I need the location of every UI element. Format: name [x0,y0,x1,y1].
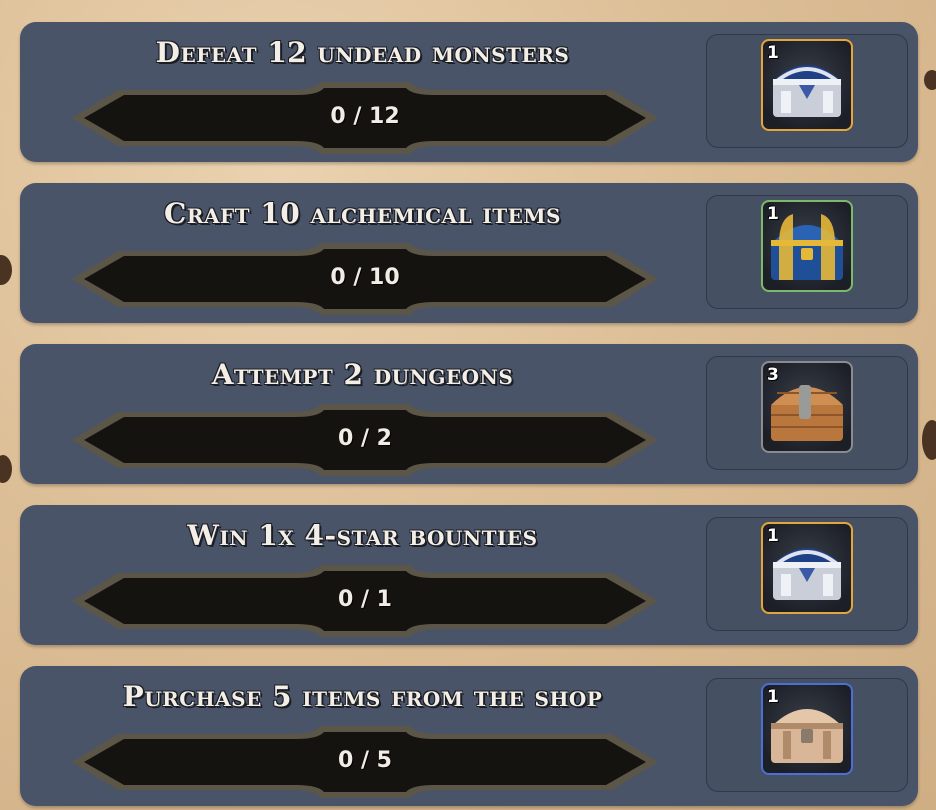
ink-blot [0,255,12,285]
progress-bar: 0 / 5 [70,724,660,800]
progress-text: 0 / 1 [338,587,392,612]
quest-card: Attempt 2 dungeons 0 / 2 3 [20,344,918,484]
quest-title: Defeat 12 undead monsters [155,36,570,69]
reward-quantity: 1 [767,43,779,63]
quest-title: Win 1x 4-star bounties [187,519,538,552]
ink-blot [0,455,12,483]
quest-card: Craft 10 alchemical items 0 / 10 1 [20,183,918,323]
reward-tile[interactable]: 1 [761,683,853,775]
reward-quantity: 3 [767,365,779,385]
progress-text: 0 / 2 [338,426,392,451]
quest-card: Purchase 5 items from the shop 0 / 5 1 [20,666,918,806]
reward-quantity: 1 [767,687,779,707]
progress-bar: 0 / 1 [70,563,660,639]
reward-slot[interactable]: 3 [706,356,908,470]
progress-bar: 0 / 12 [70,80,660,156]
quest-title: Attempt 2 dungeons [211,358,514,391]
quest-card: Win 1x 4-star bounties 0 / 1 1 [20,505,918,645]
reward-tile[interactable]: 1 [761,522,853,614]
reward-slot[interactable]: 1 [706,678,908,792]
reward-quantity: 1 [767,204,779,224]
reward-tile[interactable]: 3 [761,361,853,453]
progress-text: 0 / 12 [330,104,400,129]
reward-tile[interactable]: 1 [761,39,853,131]
reward-slot[interactable]: 1 [706,34,908,148]
progress-bar: 0 / 10 [70,241,660,317]
reward-quantity: 1 [767,526,779,546]
quest-title: Purchase 5 items from the shop [122,680,603,713]
ink-blot [922,420,936,460]
ink-blot [924,70,936,90]
reward-slot[interactable]: 1 [706,195,908,309]
quest-card: Defeat 12 undead monsters 0 / 12 1 [20,22,918,162]
progress-bar: 0 / 2 [70,402,660,478]
reward-tile[interactable]: 1 [761,200,853,292]
progress-text: 0 / 5 [338,748,392,773]
reward-slot[interactable]: 1 [706,517,908,631]
progress-text: 0 / 10 [330,265,400,290]
quest-title: Craft 10 alchemical items [164,197,561,230]
